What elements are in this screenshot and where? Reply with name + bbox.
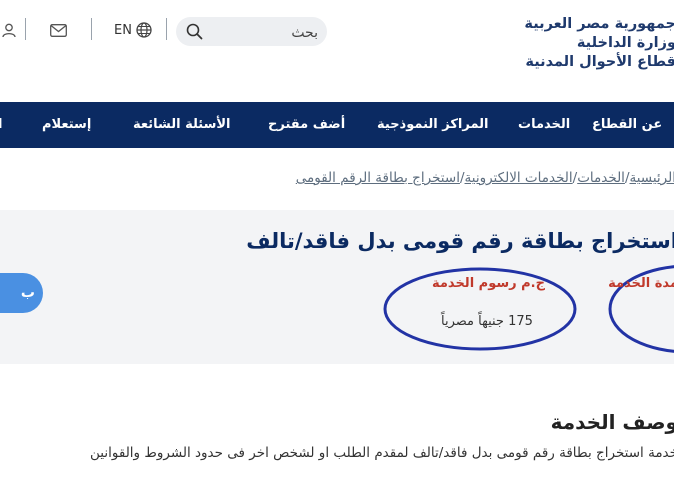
globe-icon[interactable] — [136, 22, 152, 38]
description-title: وصف الخدمة — [550, 410, 674, 434]
language-label[interactable]: EN — [114, 23, 132, 38]
service-fee-label: ج.م رسوم الخدمة — [432, 276, 545, 291]
logo-line: وزارة الداخلية — [576, 35, 674, 51]
header-divider — [91, 18, 92, 40]
search-input[interactable] — [206, 21, 320, 44]
nav-item-suggestion[interactable]: أضف مقترح — [268, 102, 345, 148]
nav-item-partial[interactable]: ا — [0, 102, 2, 148]
user-icon[interactable] — [0, 22, 18, 38]
ministry-logo[interactable]: جمهورية مصر العربية وزارة الداخلية قطاع … — [524, 15, 674, 72]
header-divider — [25, 18, 26, 40]
language-switch[interactable]: EN — [114, 20, 152, 40]
nav-item-faq[interactable]: الأسئلة الشائعة — [133, 102, 231, 148]
header-divider — [166, 18, 167, 40]
nav-item-model-centers[interactable]: المراكز النموذجية — [377, 102, 489, 148]
mail-icon[interactable] — [48, 22, 68, 38]
nav-item-services[interactable]: الخدمات — [518, 102, 570, 148]
breadcrumb-home[interactable]: الرئيسية — [630, 170, 674, 186]
breadcrumb-current[interactable]: استخراج بطاقة الرقم القومى — [296, 170, 460, 186]
search-box — [176, 17, 327, 46]
breadcrumb-eservices[interactable]: الخدمات الالكترونية — [465, 170, 573, 186]
breadcrumb-services[interactable]: الخدمات — [577, 170, 625, 186]
start-service-button[interactable]: ب — [0, 273, 43, 313]
site-header: EN جمهورية مصر العربية وزارة الداخلية قط… — [0, 0, 674, 102]
service-fee-value: 175 جنيهاً مصرياً — [441, 314, 533, 329]
search-icon[interactable] — [186, 23, 203, 44]
nav-item-about[interactable]: عن القطاع — [592, 102, 662, 148]
description-text: خدمة استخراج بطاقة رقم قومى بدل فاقد/تال… — [90, 445, 674, 461]
logo-line: جمهورية مصر العربية — [524, 16, 674, 32]
service-duration-label: مدة الخدمة — [608, 276, 674, 291]
logo-line: قطاع الأحوال المدنية — [525, 54, 674, 70]
main-nav: عن القطاع الخدمات المراكز النموذجية أضف … — [0, 102, 674, 148]
service-title: استخراج بطاقة رقم قومى بدل فاقد/تالف — [246, 229, 674, 253]
nav-item-inquiry[interactable]: إستعلام — [42, 102, 91, 148]
breadcrumb: الرئيسية/الخدمات/الخدمات الالكترونية/است… — [296, 170, 674, 186]
